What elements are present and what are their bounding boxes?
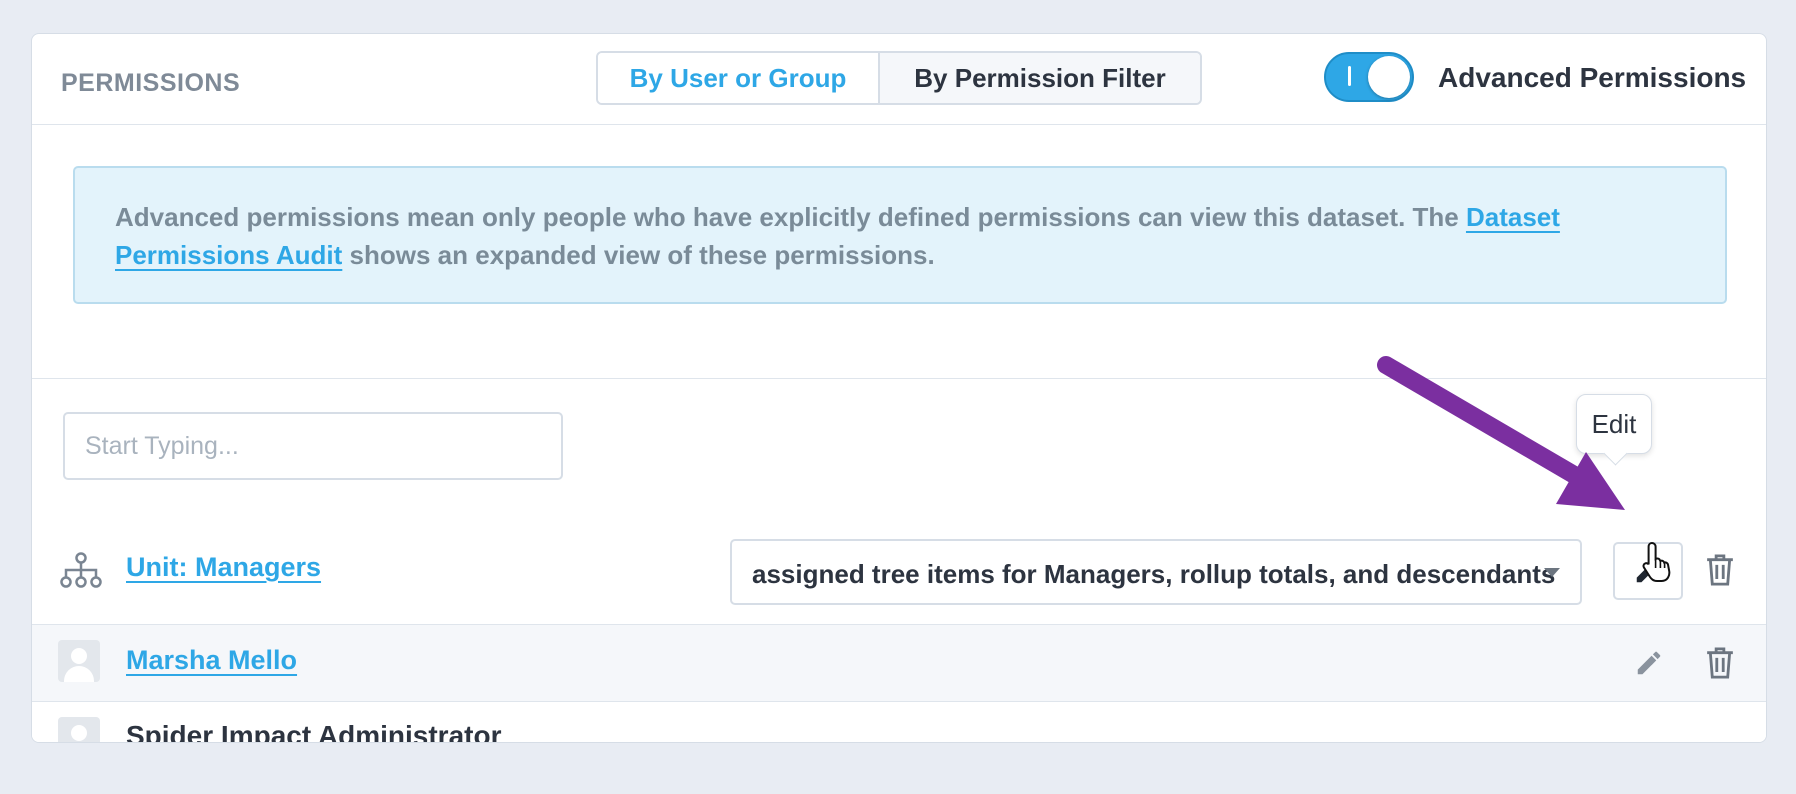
tooltip-label: Edit — [1591, 408, 1637, 439]
advanced-permissions-label: Advanced Permissions — [1438, 62, 1747, 93]
org-tree-icon — [60, 552, 102, 588]
user-avatar-icon — [58, 717, 100, 742]
permission-row: Unit: Managers assigned tree items for M… — [32, 512, 1766, 625]
chevron-down-icon — [1544, 568, 1560, 577]
info-text-after: shows an expanded view of these permissi… — [342, 240, 935, 270]
edit-tooltip: Edit — [1576, 394, 1652, 466]
user-avatar-icon — [58, 640, 100, 682]
permissions-panel: PERMISSIONS By User or Group By Permissi… — [31, 33, 1767, 743]
permission-row: Spider Impact Administrator — [32, 702, 1766, 743]
view-mode-toggle: By User or Group By Permission Filter — [596, 51, 1202, 105]
hand-cursor-icon — [1642, 541, 1671, 582]
search-section — [32, 378, 1766, 513]
trash-icon — [1707, 554, 1733, 586]
panel-title: PERMISSIONS — [61, 69, 241, 97]
panel-header: PERMISSIONS By User or Group By Permissi… — [32, 34, 1766, 125]
row-name-link[interactable]: Unit: Managers — [126, 552, 321, 583]
info-notice: Advanced permissions mean only people wh… — [73, 166, 1727, 304]
permission-level-value: assigned tree items for Managers, rollup… — [752, 559, 1556, 589]
trash-icon — [1707, 647, 1733, 679]
permission-level-select[interactable]: assigned tree items for Managers, rollup… — [730, 539, 1582, 605]
tab-by-permission-filter[interactable]: By Permission Filter — [880, 53, 1200, 103]
tab-by-user-or-group[interactable]: By User or Group — [598, 53, 880, 103]
user-search-input[interactable] — [63, 412, 563, 480]
pencil-icon — [1637, 651, 1661, 675]
advanced-permissions-switch[interactable] — [1324, 52, 1414, 102]
delete-button[interactable] — [1700, 550, 1740, 590]
row-name-text: Spider Impact Administrator — [126, 720, 502, 743]
info-text-before: Advanced permissions mean only people wh… — [115, 202, 1466, 232]
switch-on-mark — [1348, 66, 1351, 86]
edit-button[interactable] — [1629, 643, 1669, 683]
switch-knob — [1368, 56, 1410, 98]
row-name-link[interactable]: Marsha Mello — [126, 645, 297, 676]
delete-button[interactable] — [1700, 643, 1740, 683]
info-section: Advanced permissions mean only people wh… — [32, 124, 1766, 379]
permission-row: Marsha Mello — [32, 625, 1766, 702]
